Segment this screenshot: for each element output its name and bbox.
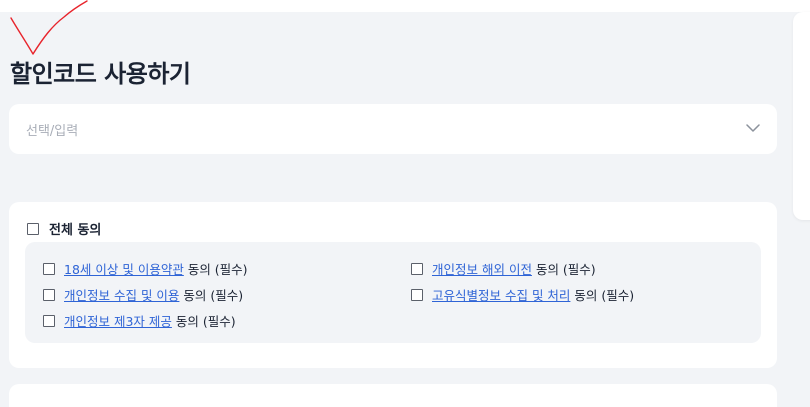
term-checkbox[interactable] [411,262,423,275]
term-checkbox[interactable] [411,288,423,301]
term-age-and-terms[interactable]: 18세 이상 및 이용약관 동의 (필수) [43,259,248,278]
term-unique-id-processing[interactable]: 고유식별정보 수집 및 처리 동의 (필수) [411,285,634,304]
chevron-down-icon[interactable] [745,122,761,134]
term-link[interactable]: 개인정보 제3자 제공 [64,314,172,329]
term-link[interactable]: 개인정보 해외 이전 [432,262,532,277]
term-checkbox[interactable] [43,288,55,301]
agree-all-label: 전체 동의 [49,223,102,238]
agree-all-checkbox[interactable] [27,222,39,235]
term-suffix: 동의 (필수) [183,288,244,303]
term-link[interactable]: 개인정보 수집 및 이용 [64,288,179,303]
term-checkbox[interactable] [43,314,55,327]
terms-list: 18세 이상 및 이용약관 동의 (필수) 개인정보 해외 이전 동의 (필수)… [25,242,761,343]
next-section-card [9,384,777,407]
discount-code-placeholder: 선택/입력 [26,124,79,139]
page-title: 할인코드 사용하기 [10,60,191,88]
term-suffix: 동의 (필수) [175,314,236,329]
consent-card: 전체 동의 18세 이상 및 이용약관 동의 (필수) 개인정보 해외 이전 동… [9,202,777,368]
term-suffix: 동의 (필수) [535,262,596,277]
agree-all-row[interactable]: 전체 동의 [27,219,101,238]
top-strip [0,0,810,12]
term-personal-info-collection[interactable]: 개인정보 수집 및 이용 동의 (필수) [43,285,243,304]
term-suffix: 동의 (필수) [187,262,248,277]
right-side-panel [793,12,810,220]
discount-code-select[interactable]: 선택/입력 [9,104,777,154]
term-third-party-sharing[interactable]: 개인정보 제3자 제공 동의 (필수) [43,311,236,330]
term-overseas-transfer[interactable]: 개인정보 해외 이전 동의 (필수) [411,259,596,278]
term-link[interactable]: 18세 이상 및 이용약관 [64,262,184,277]
term-checkbox[interactable] [43,262,55,275]
term-link[interactable]: 고유식별정보 수집 및 처리 [432,288,570,303]
term-suffix: 동의 (필수) [574,288,635,303]
